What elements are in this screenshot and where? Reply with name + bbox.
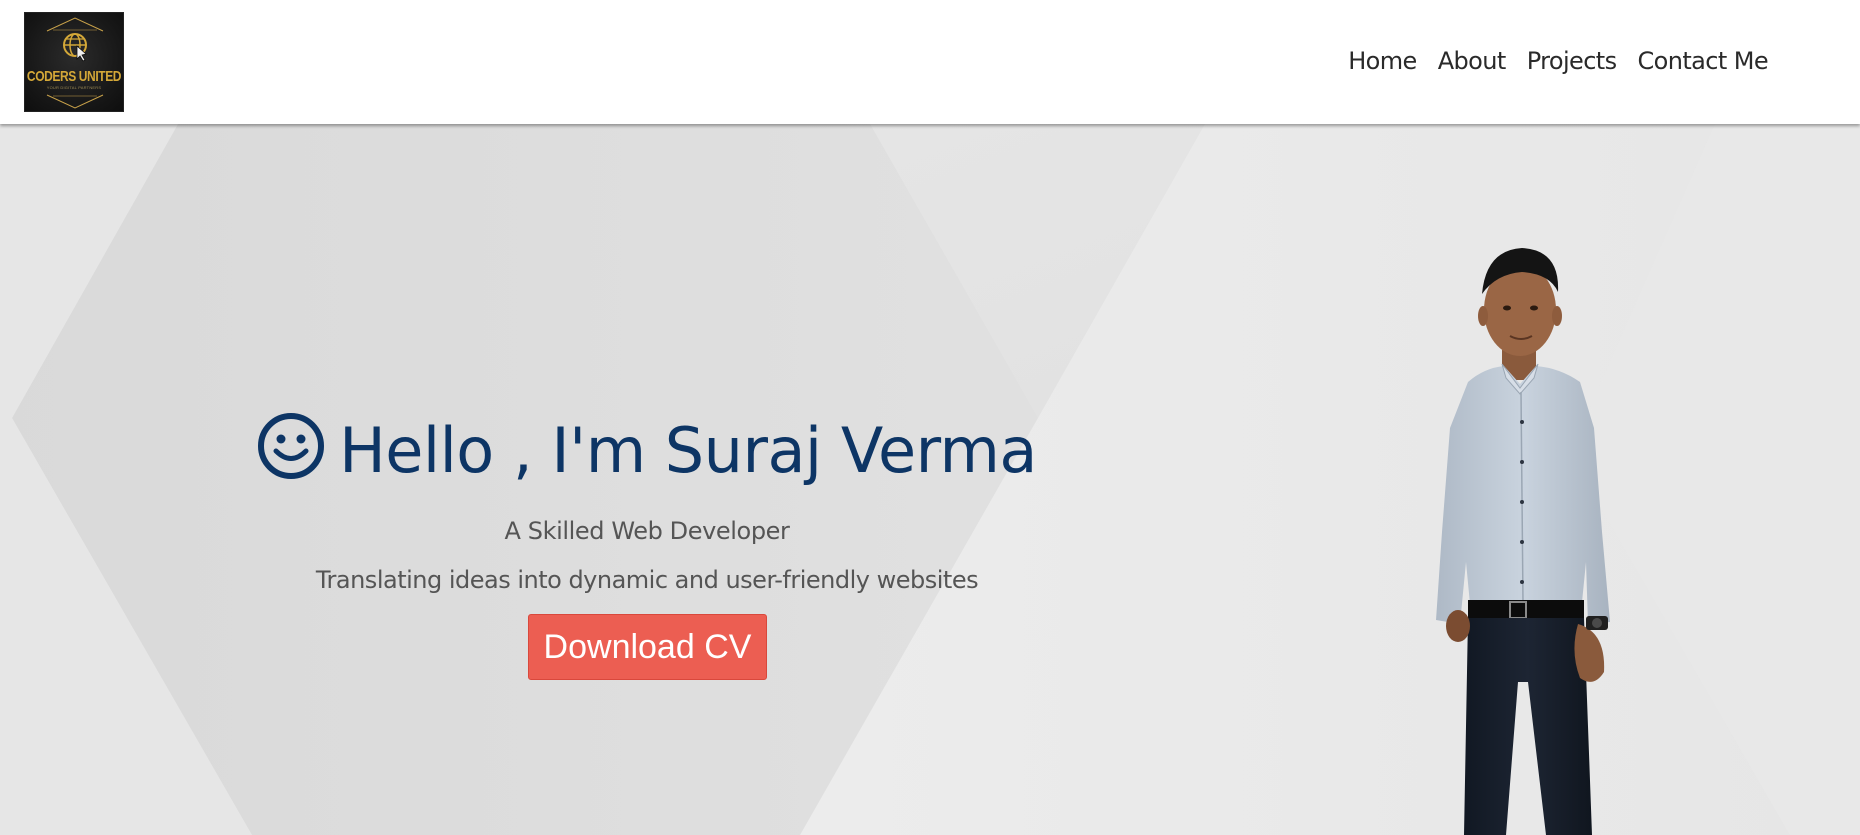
- coders-united-logo[interactable]: CODERS UNITED YOUR DIGITAL PARTNERS: [24, 12, 124, 112]
- site-header: CODERS UNITED YOUR DIGITAL PARTNERS Home…: [0, 0, 1860, 124]
- logo-tagline: YOUR DIGITAL PARTNERS: [46, 85, 102, 90]
- nav-projects-link[interactable]: Projects: [1527, 46, 1617, 76]
- logo-frame-icon: [46, 17, 104, 109]
- hero-section: Hello , I'm Suraj Verma A Skilled Web De…: [0, 124, 1860, 835]
- nav-home-link[interactable]: Home: [1348, 46, 1417, 76]
- profile-photo: [1436, 248, 1610, 835]
- main-nav: Home About Projects Contact Me: [1348, 46, 1768, 76]
- hero-tagline: Translating ideas into dynamic and user-…: [315, 566, 979, 594]
- logo-title: CODERS UNITED: [26, 67, 122, 85]
- hero-subtitle: A Skilled Web Developer: [504, 517, 790, 545]
- smiley-icon: [258, 413, 325, 479]
- hero-heading: Hello , I'm Suraj Verma: [0, 411, 1294, 491]
- hero-content: Hello , I'm Suraj Verma A Skilled Web De…: [0, 124, 1294, 835]
- nav-contact-link[interactable]: Contact Me: [1638, 46, 1769, 76]
- hero-heading-text: Hello , I'm Suraj Verma: [339, 414, 1037, 487]
- nav-about-link[interactable]: About: [1438, 46, 1507, 76]
- download-cv-button[interactable]: Download CV: [528, 614, 767, 680]
